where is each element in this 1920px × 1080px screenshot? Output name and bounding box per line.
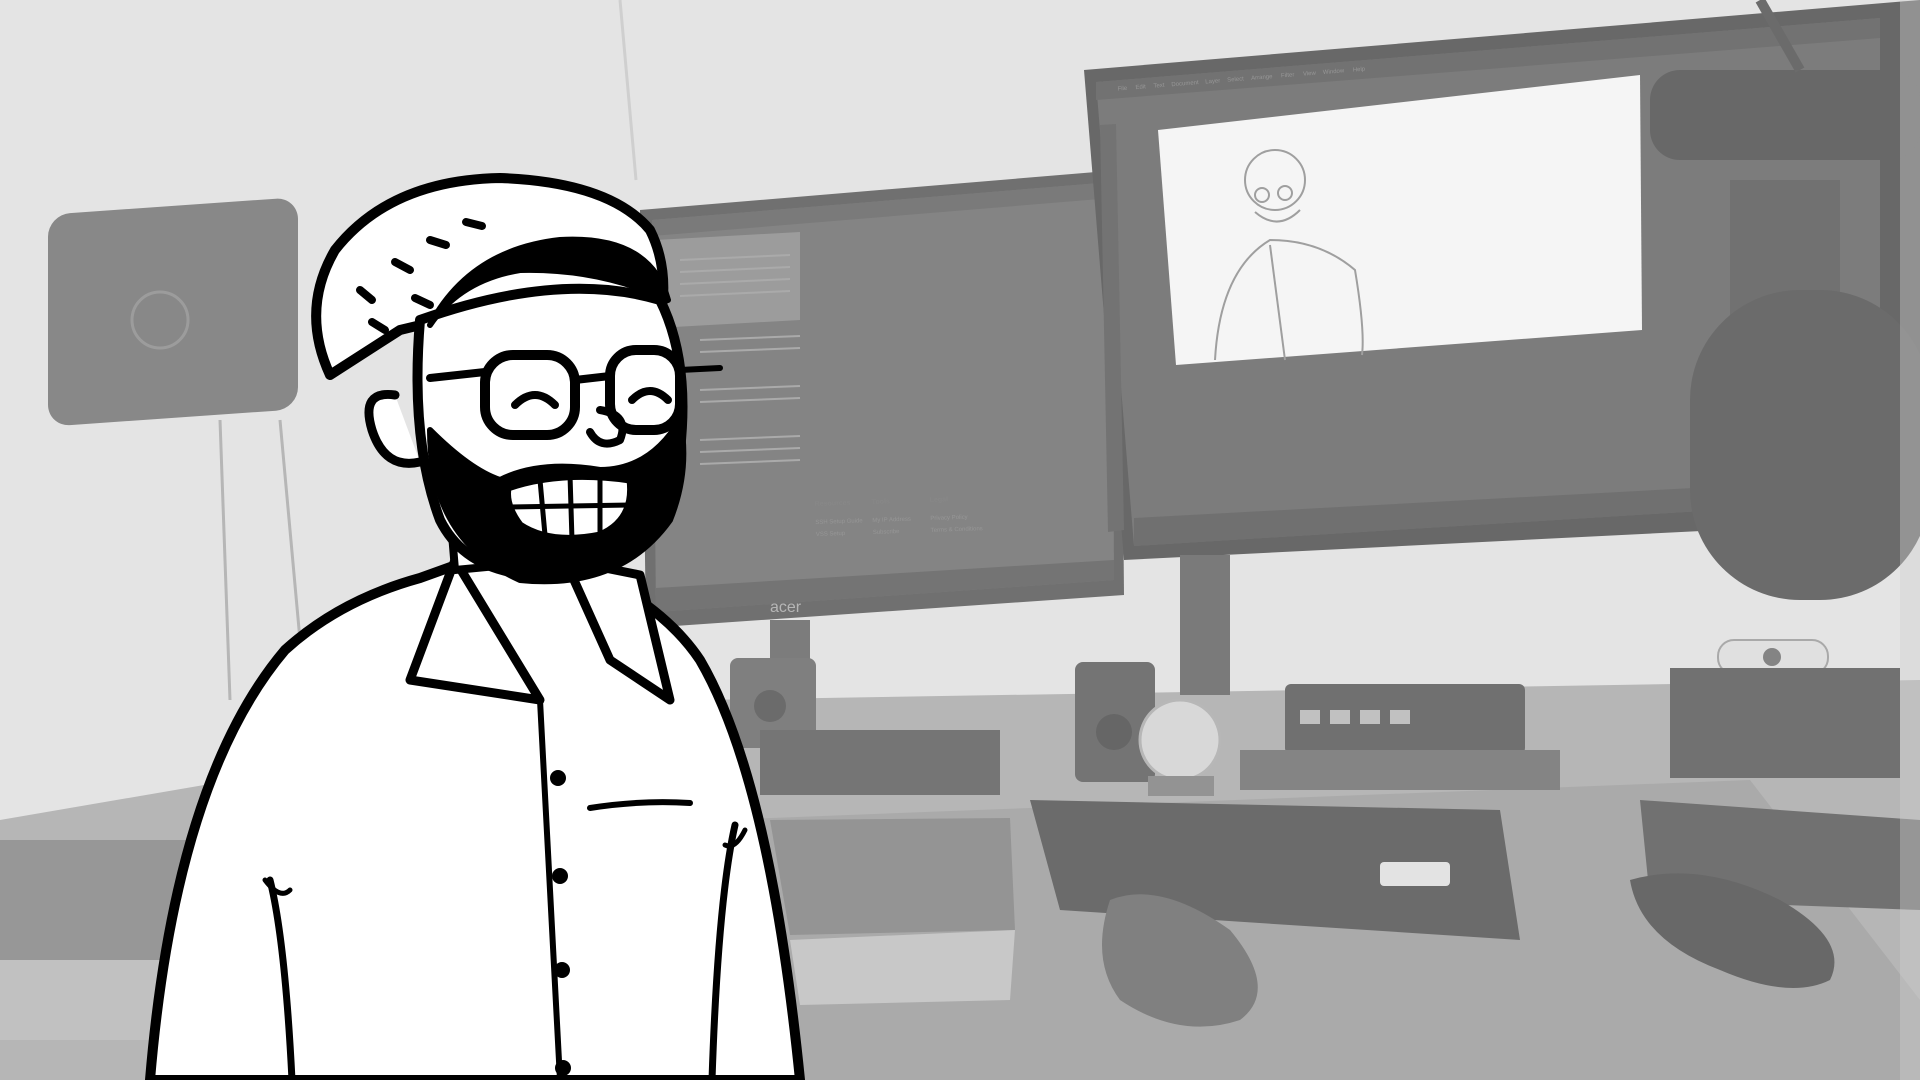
right-edge-shade bbox=[1900, 0, 1920, 1080]
desk-scene: Resources SSH Setup Guide VSS Setup Tool… bbox=[0, 0, 1920, 1080]
shirt-button bbox=[555, 1060, 571, 1076]
shirt-button bbox=[550, 770, 566, 786]
shirt-button bbox=[554, 962, 570, 978]
shirt-button bbox=[552, 868, 568, 884]
